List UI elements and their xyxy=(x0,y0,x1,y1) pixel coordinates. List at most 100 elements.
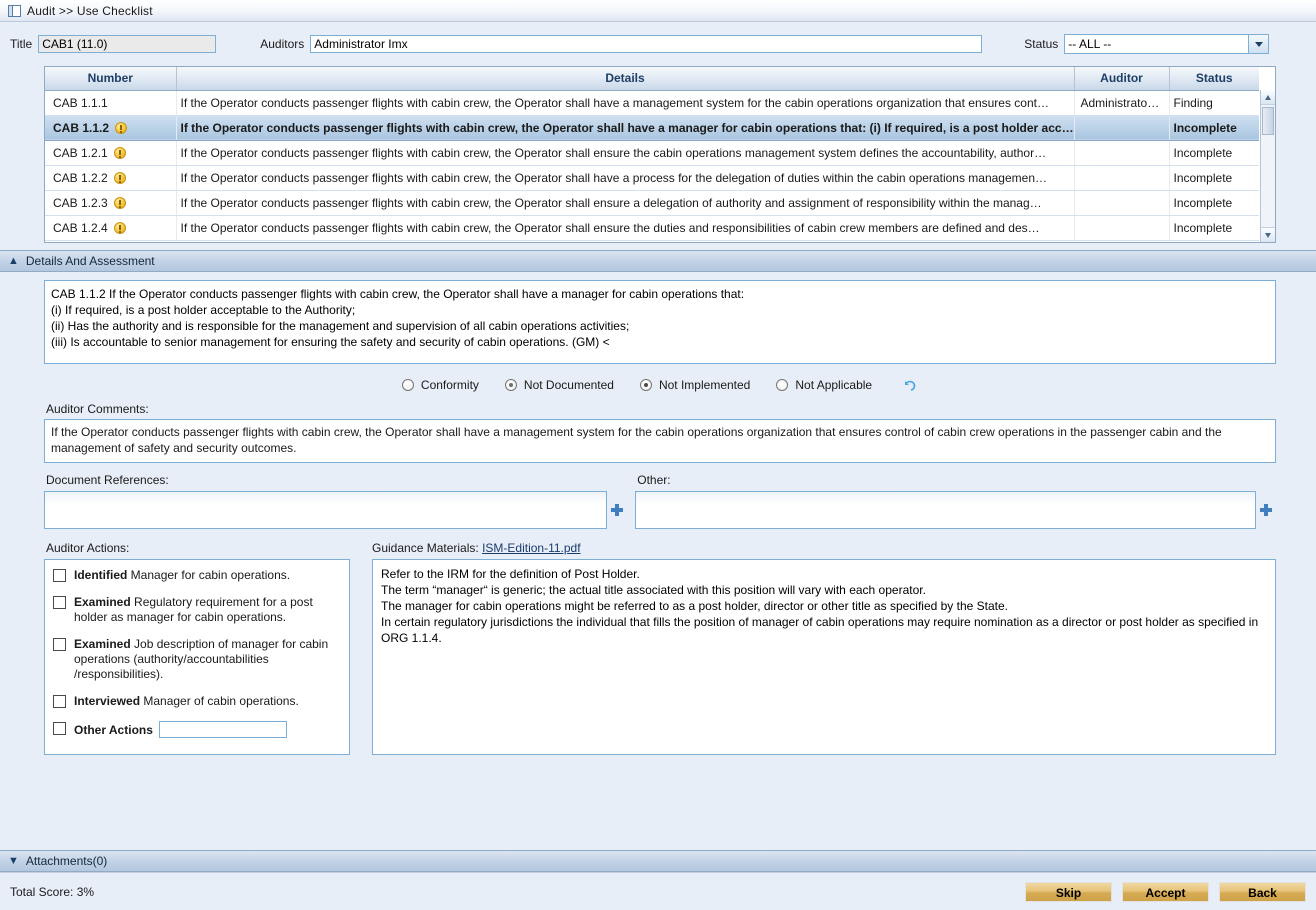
warning-icon xyxy=(113,196,126,209)
accept-button[interactable]: Accept xyxy=(1122,881,1209,902)
chevron-up-icon: ▲ xyxy=(8,254,19,267)
action-checkbox[interactable] xyxy=(53,695,66,708)
breadcrumb: Audit >> Use Checklist xyxy=(27,3,153,18)
column-header-status[interactable]: Status xyxy=(1169,67,1259,91)
cell-number: CAB 1.2.4 xyxy=(45,215,177,241)
auditor-actions-column: Auditor Actions: Identified Manager for … xyxy=(44,541,350,755)
table-row[interactable]: CAB 1.2.4 If the Operator conducts passen… xyxy=(45,215,1259,241)
column-header-details[interactable]: Details xyxy=(176,67,1075,91)
cell-auditor xyxy=(1074,190,1170,216)
action-checkbox[interactable] xyxy=(53,638,66,651)
plus-icon xyxy=(1260,504,1272,516)
scroll-down-arrow-icon[interactable] xyxy=(1261,227,1275,242)
attachments-title: Attachments(0) xyxy=(25,854,108,868)
action-verb: Interviewed xyxy=(74,694,141,708)
checklist-table: Number Details Auditor Status CAB 1.1.1 I… xyxy=(44,66,1276,243)
text-line: The term “manager“ is generic; the actua… xyxy=(381,583,926,597)
table-header-row: Number Details Auditor Status xyxy=(45,67,1259,91)
table-row[interactable]: CAB 1.2.2 If the Operator conducts passen… xyxy=(45,165,1259,191)
auditors-input[interactable] xyxy=(310,35,983,53)
auditor-comments-text: If the Operator conducts passenger fligh… xyxy=(51,425,1222,455)
radio-not-documented[interactable]: Not Documented xyxy=(504,378,614,392)
action-verb: Examined xyxy=(74,595,131,609)
other-actions-input[interactable] xyxy=(158,721,287,738)
column-header-number[interactable]: Number xyxy=(45,67,177,91)
cell-status: Incomplete xyxy=(1169,115,1259,141)
standard-text-box: CAB 1.1.2 If the Operator conducts passe… xyxy=(44,280,1276,364)
radio-not-applicable[interactable]: Not Applicable xyxy=(776,378,872,392)
auditors-label: Auditors xyxy=(260,37,305,51)
auditor-action-item[interactable]: Examined Job description of manager for … xyxy=(53,637,339,682)
radio-conformity[interactable]: Conformity xyxy=(401,378,479,392)
window-icon xyxy=(8,4,21,17)
cell-details: If the Operator conducts passenger fligh… xyxy=(176,165,1075,191)
table-vertical-scrollbar[interactable] xyxy=(1260,90,1275,242)
auditor-action-item[interactable]: Examined Regulatory requirement for a po… xyxy=(53,595,339,625)
status-label: Status xyxy=(1024,37,1059,51)
warning-icon xyxy=(113,171,126,184)
cell-status: Incomplete xyxy=(1169,165,1259,191)
radio-dot xyxy=(504,379,517,391)
assessment-radio-group: Conformity Not Documented Not Implemente… xyxy=(44,376,1276,394)
scrollbar-thumb[interactable] xyxy=(1262,107,1274,135)
cell-status: Incomplete xyxy=(1169,190,1259,216)
action-checkbox[interactable] xyxy=(53,722,66,735)
action-checkbox[interactable] xyxy=(53,596,66,609)
table-row[interactable]: CAB 1.2.3 If the Operator conducts passen… xyxy=(45,190,1259,216)
cell-status: Incomplete xyxy=(1169,215,1259,241)
cell-auditor xyxy=(1074,115,1170,141)
radio-label: Not Applicable xyxy=(795,378,873,392)
scroll-up-arrow-icon[interactable] xyxy=(1261,90,1275,105)
text-line: (i) If required, is a post holder accept… xyxy=(51,303,356,317)
table-row[interactable]: CAB 1.2.1 If the Operator conducts passen… xyxy=(45,140,1259,166)
attachments-section-header[interactable]: ▼ Attachments(0) xyxy=(0,850,1316,872)
title-input[interactable] xyxy=(38,35,217,53)
cell-status: Finding xyxy=(1169,90,1259,116)
guidance-materials-link[interactable]: ISM-Edition-11.pdf xyxy=(482,541,581,555)
document-references-input[interactable] xyxy=(44,491,608,529)
cell-number: CAB 1.2.2 xyxy=(45,165,177,191)
table-row[interactable]: CAB 1.1.2 If the Operator conducts passen… xyxy=(45,115,1259,141)
back-button[interactable]: Back xyxy=(1219,881,1306,902)
standard-text: CAB 1.1.2 If the Operator conducts passe… xyxy=(51,286,1269,350)
radio-label: Conformity xyxy=(420,378,479,392)
add-other-button[interactable] xyxy=(1256,491,1276,529)
action-verb: Examined xyxy=(74,637,131,651)
action-text: Other Actions xyxy=(74,721,287,738)
other-input[interactable] xyxy=(635,491,1256,529)
auditor-action-item[interactable]: Identified Manager for cabin operations. xyxy=(53,568,339,583)
text-line: Refer to the IRM for the definition of P… xyxy=(381,567,640,581)
radio-dot xyxy=(639,379,652,391)
add-document-reference-button[interactable] xyxy=(607,491,627,529)
action-text: Examined Regulatory requirement for a po… xyxy=(74,595,339,625)
cell-details: If the Operator conducts passenger fligh… xyxy=(176,115,1075,141)
row-number: CAB 1.2.4 xyxy=(53,220,108,235)
status-dropdown-button[interactable] xyxy=(1249,34,1270,54)
total-score: Total Score: 3% xyxy=(10,885,94,899)
cell-details: If the Operator conducts passenger fligh… xyxy=(176,215,1075,241)
cell-auditor: Administrato… xyxy=(1074,90,1170,116)
skip-button[interactable]: Skip xyxy=(1025,881,1112,902)
auditor-comments-label: Auditor Comments: xyxy=(46,402,149,416)
actions-and-guidance: Auditor Actions: Identified Manager for … xyxy=(44,541,1276,755)
cell-details: If the Operator conducts passenger fligh… xyxy=(176,190,1075,216)
column-header-auditor[interactable]: Auditor xyxy=(1074,67,1170,91)
undo-arrow-icon[interactable] xyxy=(900,376,918,394)
auditor-action-item[interactable]: Interviewed Manager of cabin operations. xyxy=(53,694,339,709)
auditor-comments-box[interactable]: If the Operator conducts passenger fligh… xyxy=(44,419,1276,463)
warning-icon xyxy=(113,146,126,159)
action-description: Manager of cabin operations. xyxy=(140,694,299,708)
radio-not-implemented[interactable]: Not Implemented xyxy=(639,378,750,392)
filter-form: Title Auditors Status xyxy=(0,22,1316,66)
auditor-action-item[interactable]: Other Actions xyxy=(53,721,339,738)
details-assessment-section-header[interactable]: ▲ Details And Assessment xyxy=(0,250,1316,272)
details-assessment-panel: CAB 1.1.2 If the Operator conducts passe… xyxy=(0,272,1316,755)
cell-auditor xyxy=(1074,215,1170,241)
table-row[interactable]: CAB 1.1.1 If the Operator conducts passen… xyxy=(45,90,1259,116)
guidance-materials-box: Refer to the IRM for the definition of P… xyxy=(372,559,1276,755)
cell-status: Incomplete xyxy=(1169,140,1259,166)
action-checkbox[interactable] xyxy=(53,569,66,582)
status-select-value[interactable] xyxy=(1064,34,1250,54)
total-score-value: 3% xyxy=(76,884,95,899)
warning-icon xyxy=(115,121,128,134)
